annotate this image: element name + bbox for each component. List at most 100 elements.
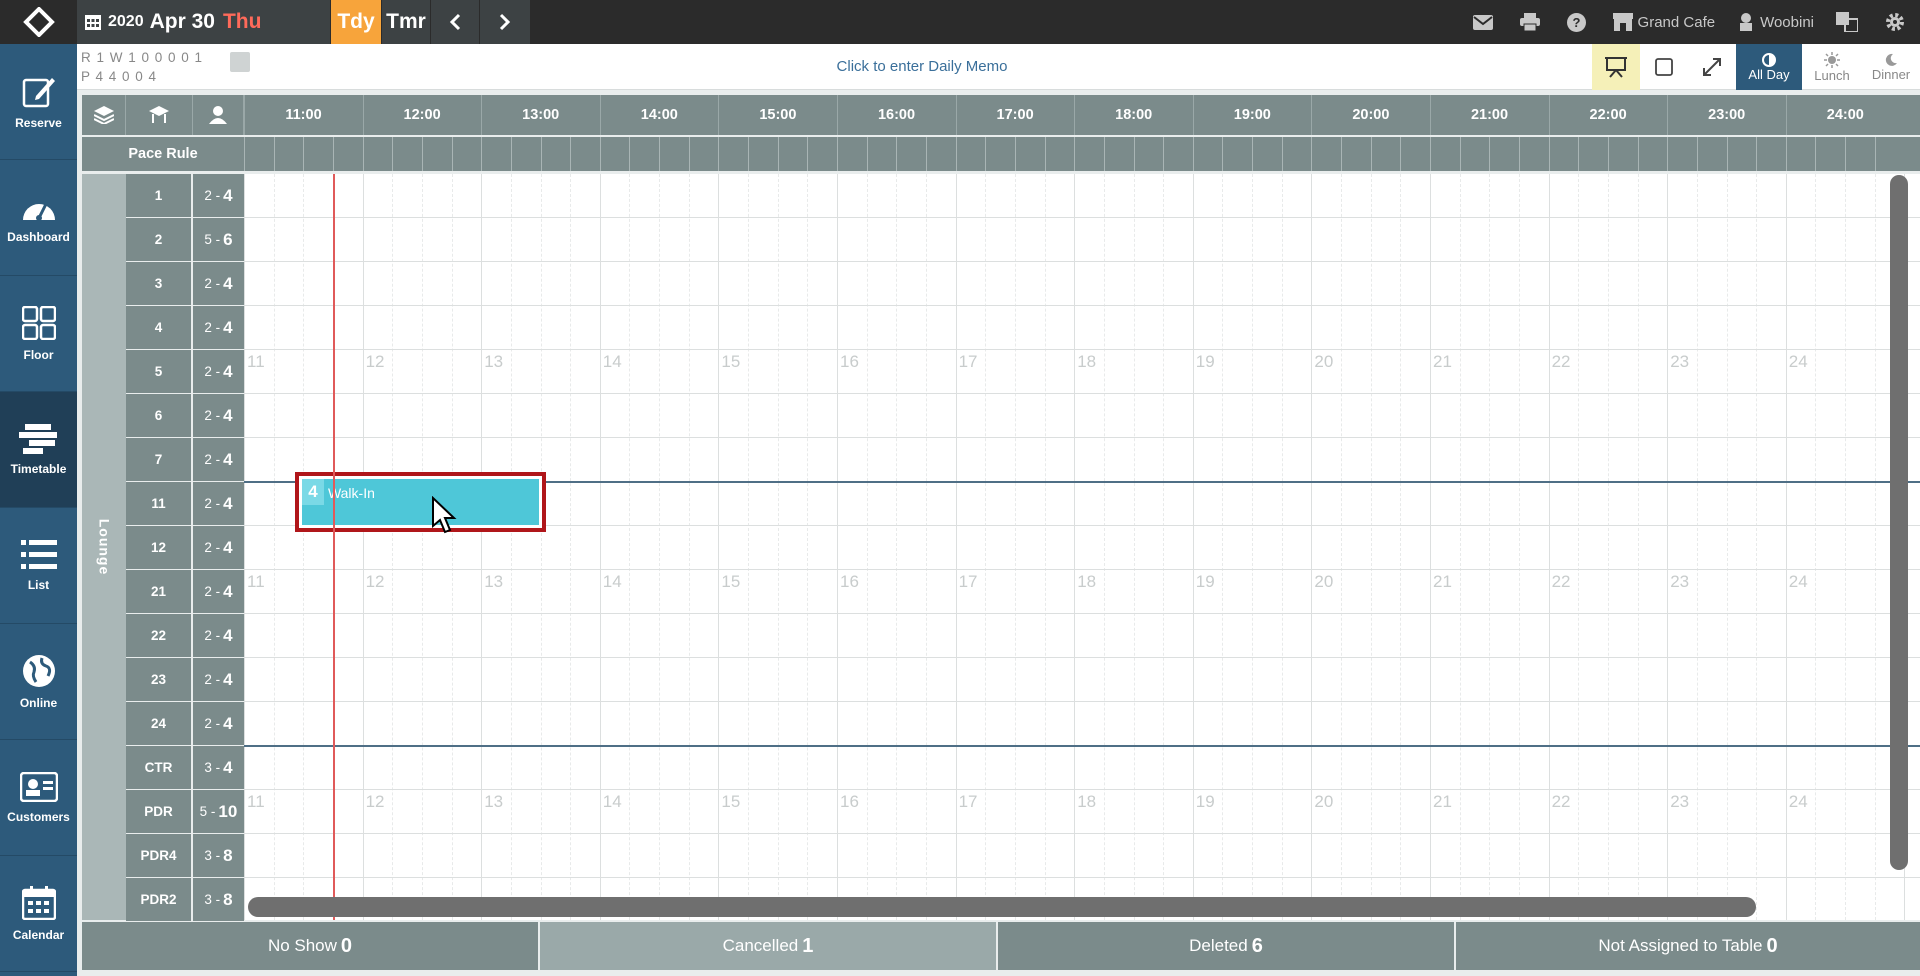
- table-row[interactable]: PDR 5 -10: [126, 790, 244, 833]
- table-row[interactable]: 22 2 -4: [126, 614, 244, 657]
- pace-rule-cell[interactable]: [1133, 137, 1164, 171]
- date-picker-button[interactable]: 2020 Apr 30 Thu: [77, 0, 330, 44]
- pace-rule-cell[interactable]: [273, 137, 304, 171]
- sidebar-item-online[interactable]: Online: [0, 624, 77, 740]
- not-assigned-button[interactable]: Not Assigned to Table 0: [1456, 922, 1920, 970]
- table-row[interactable]: 25 -6: [126, 218, 244, 261]
- pace-rule-cell[interactable]: [629, 137, 659, 171]
- sidebar-item-calendar[interactable]: Calendar: [0, 856, 77, 972]
- next-day-button[interactable]: [480, 0, 530, 44]
- pace-rule-cell[interactable]: [1163, 137, 1193, 171]
- app-logo[interactable]: [0, 0, 77, 44]
- pace-rule-cell[interactable]: [1341, 137, 1371, 171]
- pace-rule-cell[interactable]: [807, 137, 837, 171]
- pace-rule-cell[interactable]: [303, 137, 333, 171]
- fullscreen-button[interactable]: [1688, 44, 1736, 90]
- pace-rule-cell[interactable]: [748, 137, 778, 171]
- pace-rule-cell[interactable]: [1845, 137, 1875, 171]
- sidebar-item-customers[interactable]: Customers: [0, 740, 77, 856]
- table-sort-button[interactable]: [126, 95, 193, 135]
- layers-button[interactable]: [82, 95, 126, 135]
- table-row[interactable]: 62 -4: [126, 394, 244, 437]
- deleted-button[interactable]: Deleted 6: [998, 922, 1456, 970]
- pace-rule-cell[interactable]: [481, 137, 511, 171]
- presentation-mode-button[interactable]: [1592, 44, 1640, 90]
- pace-rule-cell[interactable]: [688, 137, 719, 171]
- pace-rule-cell[interactable]: [837, 137, 867, 171]
- restaurant-selector[interactable]: Grand Cafe: [1612, 13, 1715, 31]
- pace-rule-cell[interactable]: [1370, 137, 1401, 171]
- pace-rule-cell[interactable]: [955, 137, 986, 171]
- lunch-filter[interactable]: Lunch: [1802, 44, 1862, 90]
- table-row[interactable]: 24 2 -4: [126, 702, 244, 745]
- table-row[interactable]: CTR 3 -4: [126, 746, 244, 789]
- pace-rule-cell[interactable]: [540, 137, 571, 171]
- pace-rule-cell[interactable]: [1222, 137, 1252, 171]
- pace-rule-cell[interactable]: [1785, 137, 1816, 171]
- pace-rule-cell[interactable]: [659, 137, 689, 171]
- pace-rule-cell[interactable]: [1400, 137, 1430, 171]
- pace-rule-cell[interactable]: [1756, 137, 1786, 171]
- pace-rule-cell[interactable]: [925, 137, 956, 171]
- pace-rule-cell[interactable]: [1607, 137, 1638, 171]
- daily-memo[interactable]: Click to enter Daily Memo: [77, 58, 1767, 75]
- pace-rule-cell[interactable]: [1726, 137, 1757, 171]
- timetable-grid[interactable]: 11 12 13 14 15 16 17 18 19 20 21 22 23 24 11 12 13 14 15 16…: [244, 174, 1920, 920]
- pace-rule-cell[interactable]: [1192, 137, 1223, 171]
- pace-rule-cell[interactable]: [421, 137, 452, 171]
- pace-rule-cell[interactable]: [1667, 137, 1697, 171]
- user-menu[interactable]: Woobini: [1737, 13, 1814, 31]
- table-row[interactable]: 72 -4: [126, 438, 244, 481]
- table-row[interactable]: 12 2 -4: [126, 526, 244, 569]
- pace-rule-cell[interactable]: [866, 137, 897, 171]
- pace-rule-cell[interactable]: [1696, 137, 1727, 171]
- sidebar-item-timetable[interactable]: Timetable: [0, 392, 77, 508]
- settings-button[interactable]: [1885, 12, 1910, 32]
- pace-rule-cell[interactable]: [1074, 137, 1104, 171]
- table-row[interactable]: 23 2 -4: [126, 658, 244, 701]
- pace-rule-cell[interactable]: [1311, 137, 1341, 171]
- pace-rule-cell[interactable]: [1103, 137, 1134, 171]
- table-row[interactable]: 52 -4: [126, 350, 244, 393]
- pace-rule-cell[interactable]: [1252, 137, 1282, 171]
- pace-rule-cell[interactable]: [510, 137, 541, 171]
- table-row[interactable]: 11 2 -4: [126, 482, 244, 525]
- table-row[interactable]: PDR4 3 -8: [126, 834, 244, 877]
- horizontal-scrollbar[interactable]: [248, 897, 1756, 917]
- today-button[interactable]: Tdy: [331, 0, 381, 44]
- dinner-filter[interactable]: Dinner: [1862, 44, 1920, 90]
- pace-rule-cell[interactable]: [896, 137, 926, 171]
- pace-rule-cell[interactable]: [244, 137, 274, 171]
- pace-rule-cell[interactable]: [777, 137, 808, 171]
- pace-rule-cell[interactable]: [1281, 137, 1312, 171]
- mail-button[interactable]: [1472, 14, 1498, 30]
- pace-rule-cell[interactable]: [985, 137, 1015, 171]
- pace-rule-cell[interactable]: [451, 137, 482, 171]
- pace-rule-cell[interactable]: [332, 137, 363, 171]
- no-show-button[interactable]: No Show 0: [82, 922, 540, 970]
- pace-rule-cell[interactable]: [1578, 137, 1608, 171]
- table-row[interactable]: 32 -4: [126, 262, 244, 305]
- pace-rule-cell[interactable]: [1815, 137, 1845, 171]
- pace-rule-cell[interactable]: [718, 137, 748, 171]
- pace-rule-cell[interactable]: [1489, 137, 1519, 171]
- pace-rule-cell[interactable]: [1518, 137, 1549, 171]
- pace-rule-cell[interactable]: [1548, 137, 1579, 171]
- tomorrow-button[interactable]: Tmr: [382, 0, 430, 44]
- capacity-sort-button[interactable]: [193, 95, 244, 135]
- cancelled-button[interactable]: Cancelled 1: [540, 922, 998, 970]
- pace-rule-cell[interactable]: [1430, 137, 1460, 171]
- sidebar-item-floor[interactable]: Floor: [0, 276, 77, 392]
- all-day-filter[interactable]: All Day: [1736, 44, 1802, 90]
- table-row[interactable]: PDR2 3 -8: [126, 878, 244, 921]
- language-button[interactable]: [1836, 12, 1863, 32]
- help-button[interactable]: ?: [1566, 12, 1591, 32]
- vertical-scrollbar[interactable]: [1890, 175, 1908, 870]
- sidebar-item-list[interactable]: List: [0, 508, 77, 624]
- pace-rule-cell[interactable]: [1044, 137, 1075, 171]
- pace-rule-cell[interactable]: [599, 137, 630, 171]
- sidebar-item-reserve[interactable]: Reserve: [0, 44, 77, 160]
- pace-rule-cell[interactable]: [570, 137, 600, 171]
- table-row[interactable]: 12 -4: [126, 174, 244, 217]
- table-row[interactable]: 21 2 -4: [126, 570, 244, 613]
